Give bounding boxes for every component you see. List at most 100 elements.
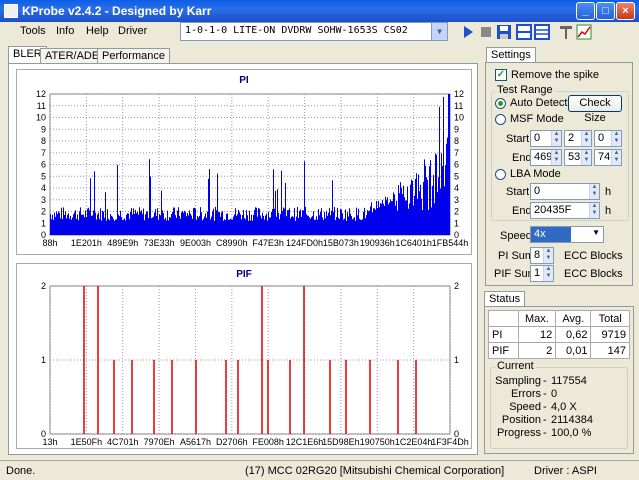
current-value: 4,0 X bbox=[551, 401, 577, 413]
y-tick-label-right: 9 bbox=[454, 124, 459, 134]
disc-info: (17) MCC 02RG20 [Mitsubishi Chemical Cor… bbox=[245, 465, 505, 477]
pif-chart: PIF 0 0 1 1 2 2 13h 1E50Fh 4C701h 7970Eh A5617h D27… bbox=[16, 263, 472, 449]
close-icon[interactable]: × bbox=[616, 2, 635, 20]
x-tick-label: A5617h bbox=[180, 437, 211, 447]
y-tick-label-right: 12 bbox=[454, 89, 464, 99]
current-sep: - bbox=[543, 427, 547, 439]
chevron-down-icon[interactable]: ▼ bbox=[431, 23, 447, 40]
remove-spike-label: Remove the spike bbox=[511, 69, 600, 81]
bler-panel: PI 0 0 1 1 2 2 3 3 4 4 5 5 6 6 7 7 8 8 9 9 10 10 11 11 12 12 88h 1E… bbox=[8, 63, 478, 455]
chevron-down-icon[interactable]: ▼ bbox=[592, 228, 600, 237]
status-table: Max. Avg. Total PI 12 0,62 9719 PIF 2 0,… bbox=[488, 310, 630, 359]
tab-performance[interactable]: Performance bbox=[97, 48, 170, 64]
y-tick-label-left: 11 bbox=[37, 101, 46, 111]
auto-detect-radio[interactable] bbox=[495, 98, 506, 109]
status-cell: 9719 bbox=[590, 326, 630, 343]
x-tick-label: F47E3h bbox=[252, 238, 284, 248]
current-label: Progress bbox=[496, 427, 541, 439]
menu-tools[interactable]: Tools bbox=[20, 25, 46, 37]
y-tick-label-right: 3 bbox=[454, 195, 459, 205]
y-tick-label-left: 3 bbox=[41, 195, 46, 205]
status-cell: 147 bbox=[590, 342, 630, 359]
y-tick-label-left: 1 bbox=[41, 355, 46, 365]
stop-icon[interactable] bbox=[478, 24, 494, 40]
msf-end-frame[interactable]: 74 ▲ ▼ bbox=[594, 149, 622, 166]
msf-end-label: End bbox=[512, 152, 532, 164]
status-cell: 2 bbox=[517, 342, 557, 359]
y-tick-label-left: 4 bbox=[41, 183, 46, 193]
status-bar: Done. (17) MCC 02RG20 [Mitsubishi Chemic… bbox=[0, 460, 639, 480]
status-panel: Max. Avg. Total PI 12 0,62 9719 PIF 2 0,… bbox=[484, 306, 634, 454]
pif-sum-input[interactable]: 1 ▲ ▼ bbox=[530, 265, 554, 282]
test-range-title: Test Range bbox=[495, 84, 555, 96]
play-icon[interactable] bbox=[460, 24, 476, 40]
x-tick-label: 12C1E6h bbox=[286, 437, 324, 447]
drive-select[interactable]: 1-0-1-0 LITE-ON DVDRW SOHW-1653S CS02 ▼ bbox=[180, 22, 448, 41]
y-tick-label-right: 8 bbox=[454, 136, 459, 146]
status-cell: 0,62 bbox=[555, 326, 592, 343]
x-tick-label: 124FD0h bbox=[286, 238, 323, 248]
msf-start-sec[interactable]: 2 ▲ ▼ bbox=[564, 130, 592, 147]
lba-start-label: Start bbox=[506, 186, 530, 198]
y-tick-label-right: 10 bbox=[454, 113, 464, 123]
status-header-blank bbox=[488, 310, 519, 327]
menu-info[interactable]: Info bbox=[56, 25, 74, 37]
remove-spike-checkbox[interactable]: ✓ bbox=[495, 69, 507, 81]
driver-info: Driver : ASPI bbox=[534, 465, 597, 477]
tools-icon[interactable] bbox=[558, 24, 574, 40]
y-tick-label-left: 1 bbox=[41, 218, 46, 228]
table-row: PIF 2 0,01 147 bbox=[488, 342, 630, 359]
current-sep: - bbox=[543, 388, 547, 400]
menu-driver[interactable]: Driver bbox=[118, 25, 147, 37]
menu-help[interactable]: Help bbox=[86, 25, 109, 37]
msf-mode-label: MSF Mode bbox=[510, 113, 564, 125]
lba-start-input[interactable]: 0 ▲ ▼ bbox=[530, 183, 600, 200]
pi-sum-unit: ECC Blocks bbox=[564, 250, 623, 262]
msf-mode-radio[interactable] bbox=[495, 114, 506, 125]
save-icon[interactable] bbox=[496, 24, 512, 40]
settings-panel: ✓ Remove the spike Test Range Auto Detec… bbox=[485, 62, 633, 286]
layout-split-icon[interactable] bbox=[516, 24, 532, 40]
status-cell: 12 bbox=[517, 326, 557, 343]
y-tick-label-left: 10 bbox=[36, 113, 46, 123]
pi-sum-input[interactable]: 8 ▲ ▼ bbox=[530, 247, 554, 264]
x-tick-label: 13h bbox=[42, 437, 57, 447]
current-value: 0 bbox=[551, 388, 558, 400]
lba-end-input[interactable]: 20435F ▲ ▼ bbox=[530, 202, 600, 219]
lba-mode-radio[interactable] bbox=[495, 169, 506, 180]
msf-end-sec[interactable]: 53 ▲ ▼ bbox=[564, 149, 592, 166]
y-tick-label-right: 1 bbox=[454, 355, 459, 365]
window-title: KProbe v2.4.2 - Designed by Karr bbox=[22, 4, 212, 18]
x-tick-label: FE008h bbox=[252, 437, 284, 447]
msf-end-min[interactable]: 469 ▲ ▼ bbox=[530, 149, 562, 166]
minimize-icon[interactable]: _ bbox=[576, 2, 595, 20]
speed-select[interactable]: 4x ▼ bbox=[530, 226, 604, 243]
y-tick-label-left: 8 bbox=[41, 136, 46, 146]
msf-start-frame[interactable]: 0 ▲ ▼ bbox=[594, 130, 622, 147]
x-tick-label: 1F3F4Dh bbox=[431, 437, 469, 447]
x-tick-label: 1E50Fh bbox=[71, 437, 103, 447]
status-header-row: Max. Avg. Total bbox=[488, 310, 630, 327]
lba-end-label: End bbox=[512, 205, 532, 217]
speed-label: Speed bbox=[500, 230, 532, 242]
current-value: 100,0 % bbox=[551, 427, 592, 439]
y-tick-label-left: 12 bbox=[36, 89, 46, 99]
y-tick-label-left: 7 bbox=[41, 148, 46, 158]
x-tick-label: C8990h bbox=[216, 238, 248, 248]
status-row-label: PI bbox=[488, 326, 519, 343]
lba-start-unit: h bbox=[605, 186, 612, 198]
maximize-icon[interactable]: □ bbox=[596, 2, 615, 20]
x-tick-label: 7970Eh bbox=[144, 437, 175, 447]
title-bar: KProbe v2.4.2 - Designed by Karr _ □ × bbox=[0, 0, 639, 22]
y-tick-label-left: 2 bbox=[41, 207, 46, 217]
layout-rows-icon[interactable] bbox=[534, 24, 550, 40]
x-tick-label: 190936h bbox=[360, 238, 395, 248]
auto-detect-label: Auto Detect bbox=[510, 97, 568, 109]
chart-icon[interactable] bbox=[576, 24, 592, 40]
msf-start-label: Start bbox=[506, 133, 530, 145]
status-row-label: PIF bbox=[488, 342, 519, 359]
check-size-button[interactable]: Check Size bbox=[568, 95, 622, 124]
table-row: PI 12 0,62 9719 bbox=[488, 326, 630, 343]
app-icon bbox=[4, 4, 18, 18]
msf-start-min[interactable]: 0 ▲ ▼ bbox=[530, 130, 562, 147]
